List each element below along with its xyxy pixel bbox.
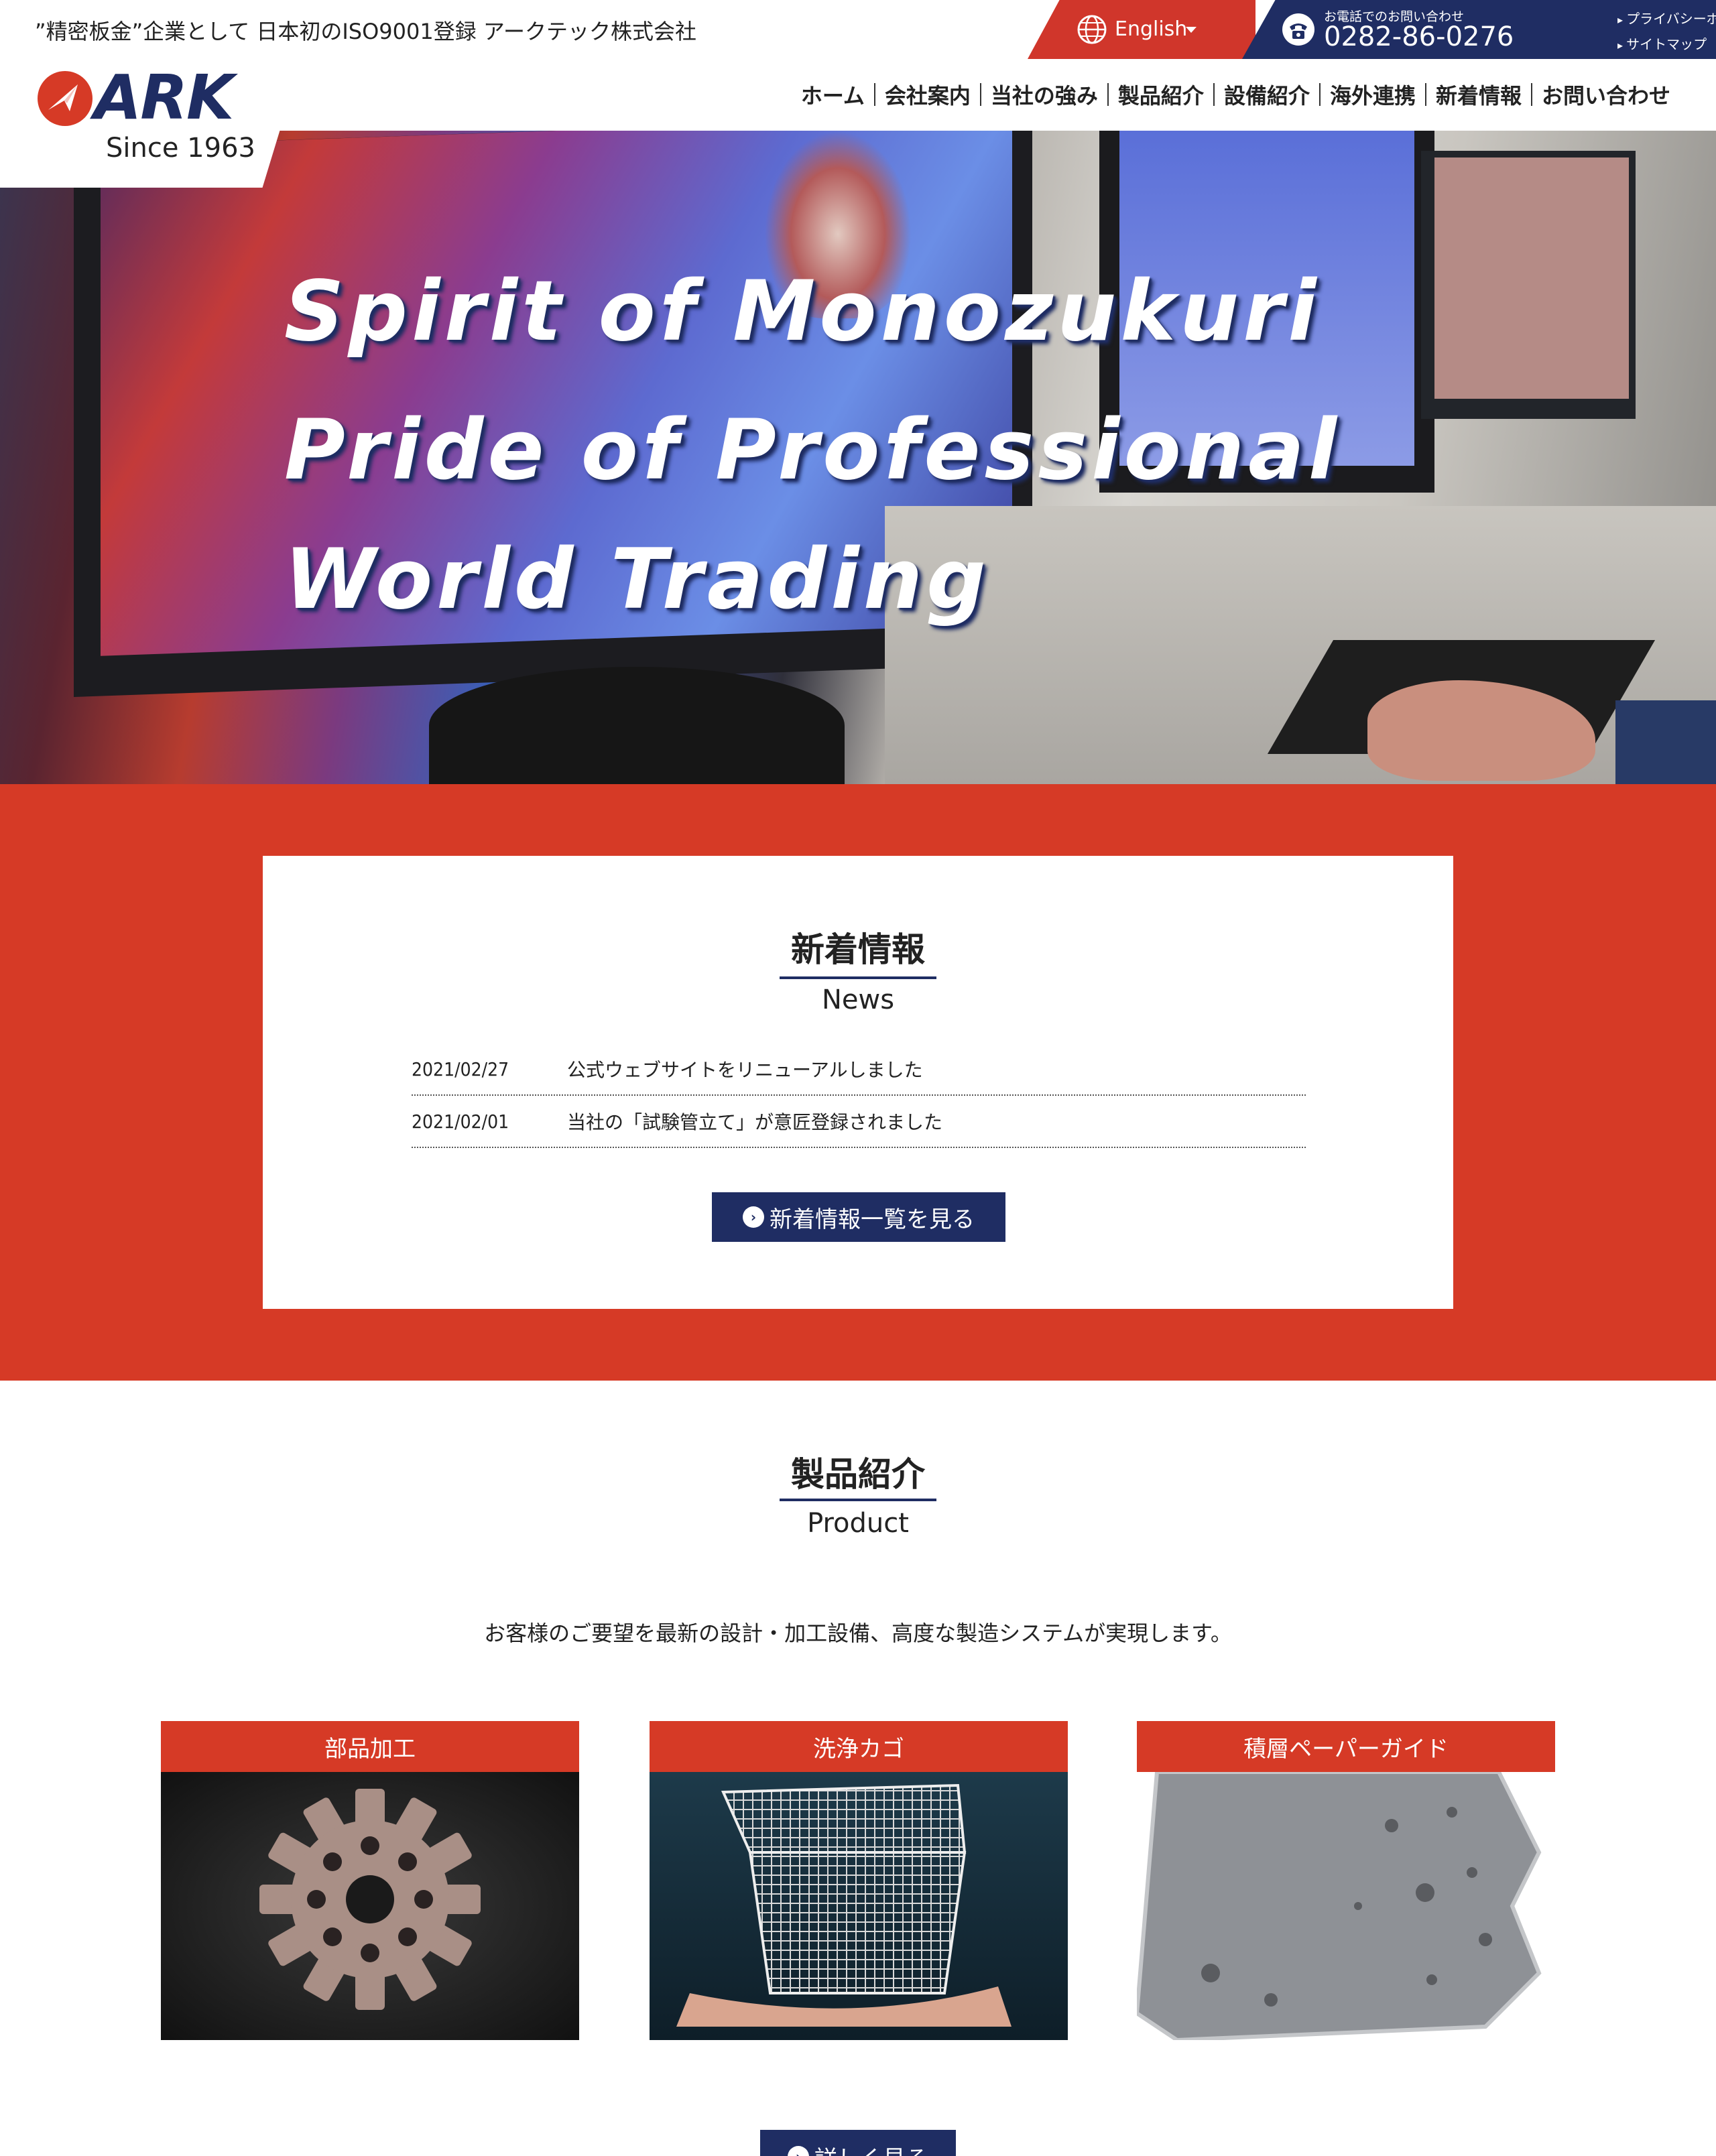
site-tagline: ”精密板金”企業として 日本初のISO9001登録 アークテック株式会社 — [35, 19, 696, 44]
arrow-right-circle-icon: › — [788, 2146, 809, 2156]
hero-third-screen — [1434, 157, 1629, 399]
news-list-button-label: 新着情報一覧を見る — [770, 1206, 975, 1233]
hero-line-2: Pride of Professional — [284, 402, 1341, 499]
main-nav: ホーム 会社案内 当社の強み 製品紹介 設備紹介 海外連携 新着情報 お問い合わ… — [792, 79, 1680, 110]
nav-item-strengths[interactable]: 当社の強み — [981, 79, 1107, 110]
nav-item-products[interactable]: 製品紹介 — [1109, 79, 1213, 110]
product-card-label: 部品加工 — [161, 1721, 579, 1772]
phone-icon — [1282, 13, 1314, 46]
news-item[interactable]: 2021/02/01 当社の「試験管立て」が意匠登録されました — [412, 1096, 1306, 1148]
chevron-down-icon — [1186, 27, 1197, 33]
news-list-button[interactable]: › 新着情報一覧を見る — [712, 1192, 1005, 1242]
news-list: 2021/02/27 公式ウェブサイトをリニューアルしました 2021/02/0… — [412, 1043, 1306, 1148]
news-date: 2021/02/27 — [412, 1058, 509, 1080]
gear-image — [259, 1789, 481, 2010]
news-text[interactable]: 当社の「試験管立て」が意匠登録されました — [567, 1108, 942, 1135]
basket-image — [676, 1783, 1012, 2027]
product-card-basket[interactable]: 洗浄カゴ — [650, 1721, 1068, 2040]
nav-item-contact[interactable]: お問い合わせ — [1532, 79, 1680, 110]
products-more-button-label: 詳しく見る — [814, 2141, 928, 2156]
hero-line-1: Spirit of Monozukuri — [284, 263, 1321, 360]
news-item[interactable]: 2021/02/27 公式ウェブサイトをリニューアルしました — [412, 1043, 1306, 1096]
nav-item-overseas[interactable]: 海外連携 — [1321, 79, 1425, 110]
language-label[interactable]: English — [1115, 17, 1187, 41]
hero-banner: Spirit of Monozukuri Pride of Profession… — [0, 131, 1716, 784]
phone-number[interactable]: 0282-86-0276 — [1324, 21, 1514, 52]
hero-line-3: World Trading — [284, 531, 990, 628]
nav-item-equipment[interactable]: 設備紹介 — [1215, 79, 1319, 110]
arrow-right-circle-icon: › — [743, 1206, 764, 1228]
globe-icon — [1077, 15, 1107, 44]
gear-photo — [161, 1772, 579, 2040]
products-description: お客様のご要望を最新の設計・加工設備、高度な製造システムが実現します。 — [484, 1621, 1232, 1646]
logo-since: Since 1963 — [106, 133, 255, 164]
news-section: 新着情報 News 2021/02/27 公式ウェブサイトをリニューアルしました… — [0, 784, 1716, 1381]
product-card-label: 洗浄カゴ — [650, 1721, 1068, 1772]
language-switcher[interactable]: English — [1028, 0, 1255, 59]
basket-photo — [650, 1772, 1068, 2040]
top-utility-bar: English お電話でのお問い合わせ 0282-86-0276 プライバシーポ… — [1028, 0, 1716, 59]
products-title-underline — [780, 1499, 936, 1501]
logo-mark-icon — [38, 71, 93, 126]
privacy-policy-link[interactable]: プライバシーポリシー — [1617, 8, 1716, 27]
product-card-paper-guide[interactable]: 積層ペーパーガイド — [1137, 1721, 1555, 2040]
phone-contact[interactable]: お電話でのお問い合わせ 0282-86-0276 プライバシーポリシー サイトマ… — [1242, 0, 1716, 59]
nav-item-news[interactable]: 新着情報 — [1426, 79, 1531, 110]
hero-monitor-stand — [429, 667, 845, 784]
products-subtitle: Product — [807, 1508, 909, 1539]
nav-item-company[interactable]: 会社案内 — [875, 79, 980, 110]
paper-guide-image — [1137, 1772, 1542, 2040]
hero-sleeve — [1615, 700, 1716, 784]
products-more-button[interactable]: › 詳しく見る — [760, 2130, 956, 2156]
news-text[interactable]: 公式ウェブサイトをリニューアルしました — [567, 1056, 923, 1082]
news-title: 新着情報 — [791, 930, 925, 969]
news-subtitle: News — [821, 985, 895, 1015]
product-card-parts[interactable]: 部品加工 — [161, 1721, 579, 2040]
product-card-label: 積層ペーパーガイド — [1137, 1721, 1555, 1772]
paper-guide-photo — [1137, 1772, 1555, 2040]
logo-text: ARK — [94, 62, 234, 133]
news-title-underline — [780, 976, 936, 979]
nav-item-home[interactable]: ホーム — [792, 79, 874, 110]
site-logo[interactable]: ARK Since 1963 — [0, 59, 302, 188]
sitemap-link[interactable]: サイトマップ — [1617, 34, 1707, 53]
news-date: 2021/02/01 — [412, 1110, 509, 1133]
news-card: 新着情報 News 2021/02/27 公式ウェブサイトをリニューアルしました… — [263, 856, 1453, 1309]
products-title: 製品紹介 — [791, 1455, 925, 1494]
